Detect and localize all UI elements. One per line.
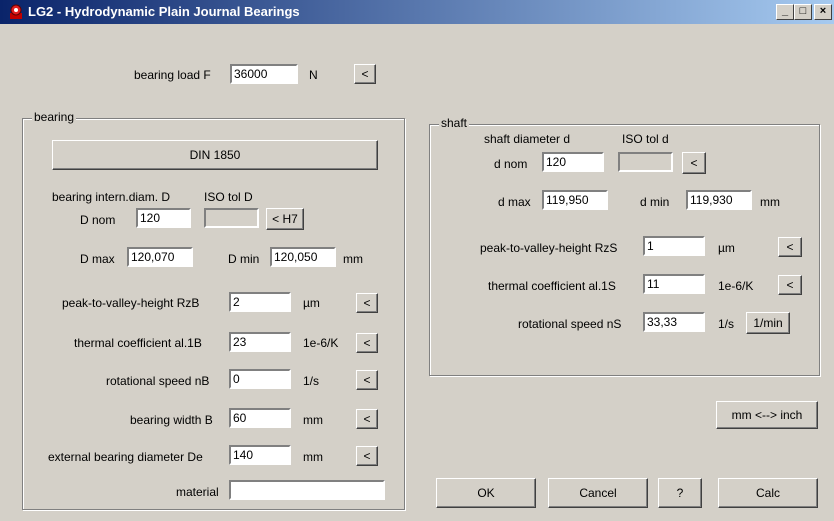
alb-input[interactable]: 23 [229, 332, 291, 352]
als-input[interactable]: 11 [643, 274, 705, 294]
maximize-button[interactable]: □ [794, 4, 812, 20]
shaft-dmin-input[interactable]: 119,930 [686, 190, 752, 210]
cancel-button[interactable]: Cancel [548, 478, 648, 508]
de-arrow-button[interactable]: < [356, 446, 378, 466]
shaft-dnom-input[interactable]: 120 [542, 152, 604, 172]
material-input[interactable] [229, 480, 385, 500]
app-icon [10, 4, 22, 19]
rzs-arrow-button[interactable]: < [778, 237, 802, 257]
nb-unit: 1/s [303, 374, 320, 388]
als-label: thermal coefficient al.1S [488, 279, 616, 293]
rzb-input[interactable]: 2 [229, 292, 291, 312]
bearing-load-input[interactable]: 36000 [230, 64, 298, 84]
minimize-button[interactable]: _ [776, 4, 794, 20]
de-unit: mm [303, 450, 323, 464]
bearing-load-unit: N [309, 68, 318, 82]
din-1850-button[interactable]: DIN 1850 [52, 140, 378, 170]
ns-label: rotational speed nS [518, 317, 622, 331]
bearing-iso-label: ISO tol D [204, 190, 253, 204]
bearing-mm-unit: mm [343, 252, 363, 266]
alb-unit: 1e-6/K [303, 336, 339, 350]
nb-input[interactable]: 0 [229, 369, 291, 389]
width-b-arrow-button[interactable]: < [356, 409, 378, 429]
title-bar[interactable]: LG2 - Hydrodynamic Plain Journal Bearing… [0, 0, 834, 24]
nb-arrow-button[interactable]: < [356, 370, 378, 390]
width-b-input[interactable]: 60 [229, 408, 291, 428]
rzs-unit: µm [718, 241, 735, 255]
bearing-iso-tol-button[interactable]: < H7 [266, 208, 304, 230]
de-label: external bearing diameter De [48, 450, 203, 464]
shaft-group-title: shaft [439, 116, 470, 130]
calc-button[interactable]: Calc [718, 478, 818, 508]
shaft-iso-label: ISO tol d [622, 132, 669, 146]
bearing-diam-label: bearing intern.diam. D [52, 190, 171, 204]
shaft-mm-unit: mm [760, 195, 780, 209]
shaft-diam-label: shaft diameter d [484, 132, 571, 146]
nb-label: rotational speed nB [106, 374, 210, 388]
ok-button[interactable]: OK [436, 478, 536, 508]
shaft-iso-tol-button[interactable]: < [682, 152, 706, 174]
bearing-dmax-input[interactable]: 120,070 [127, 247, 193, 267]
bearing-iso-tol-field [204, 208, 259, 228]
bearing-load-label: bearing load F [134, 68, 211, 82]
app-window: LG2 - Hydrodynamic Plain Journal Bearing… [0, 0, 834, 521]
ns-per-minute-button[interactable]: 1/min [746, 312, 790, 334]
rzs-label: peak-to-valley-height RzS [480, 241, 618, 255]
rzb-label: peak-to-valley-height RzB [62, 296, 200, 310]
window-title: LG2 - Hydrodynamic Plain Journal Bearing… [28, 4, 300, 19]
help-button[interactable]: ? [658, 478, 702, 508]
alb-label: thermal coefficient al.1B [74, 336, 202, 350]
ns-input[interactable]: 33,33 [643, 312, 705, 332]
shaft-dmax-label: d max [498, 195, 531, 209]
bearing-dmax-label: D max [80, 252, 115, 266]
rzb-arrow-button[interactable]: < [356, 293, 378, 313]
shaft-dmax-input[interactable]: 119,950 [542, 190, 608, 210]
close-button[interactable]: × [814, 4, 832, 20]
unit-toggle-button[interactable]: mm <--> inch [716, 401, 818, 429]
als-arrow-button[interactable]: < [778, 275, 802, 295]
bearing-dnom-input[interactable]: 120 [136, 208, 191, 228]
bearing-dnom-label: D nom [80, 213, 116, 227]
bearing-dmin-input[interactable]: 120,050 [270, 247, 336, 267]
ns-unit: 1/s [718, 317, 735, 331]
width-b-unit: mm [303, 413, 323, 427]
bearing-load-arrow-button[interactable]: < [354, 64, 376, 84]
bearing-dmin-label: D min [228, 252, 260, 266]
als-unit: 1e-6/K [718, 279, 754, 293]
shaft-dnom-label: d nom [494, 157, 528, 171]
shaft-iso-tol-field [618, 152, 673, 172]
material-label: material [176, 485, 219, 499]
width-b-label: bearing width B [130, 413, 213, 427]
rzs-input[interactable]: 1 [643, 236, 705, 256]
de-input[interactable]: 140 [229, 445, 291, 465]
rzb-unit: µm [303, 296, 320, 310]
alb-arrow-button[interactable]: < [356, 333, 378, 353]
shaft-dmin-label: d min [640, 195, 670, 209]
bearing-group-title: bearing [32, 110, 77, 124]
